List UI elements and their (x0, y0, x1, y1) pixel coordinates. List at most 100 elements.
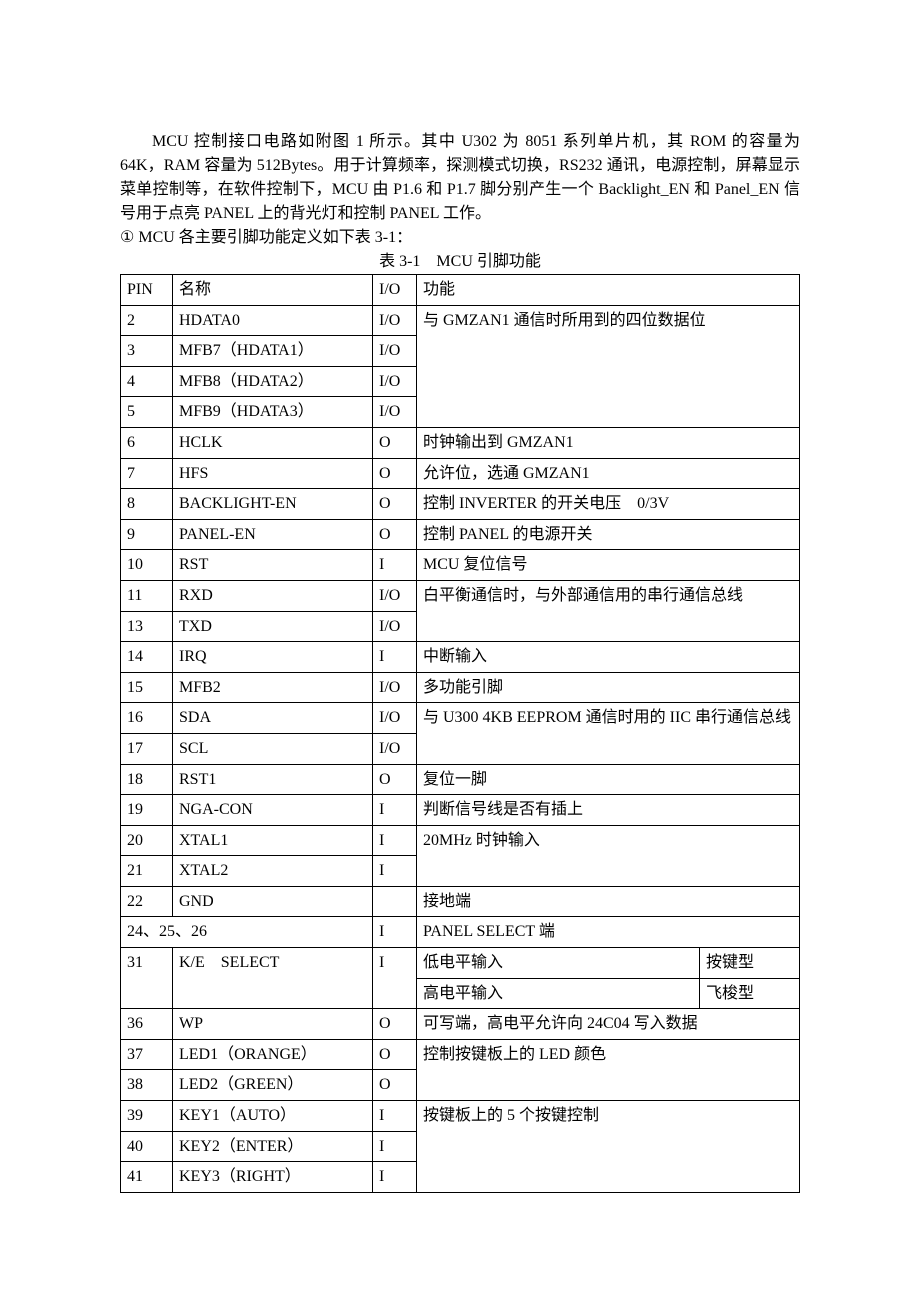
table-header-row: PIN 名称 I/O 功能 (121, 275, 800, 306)
cell-func: 中断输入 (417, 642, 800, 673)
intro-paragraph: MCU 控制接口电路如附图 1 所示。其中 U302 为 8051 系列单片机，… (120, 130, 800, 226)
cell-func: MCU 复位信号 (417, 550, 800, 581)
cell-pin: 7 (121, 458, 173, 489)
cell-name: MFB7（HDATA1） (173, 336, 373, 367)
cell-io: O (373, 1009, 417, 1040)
cell-pin: 21 (121, 856, 173, 887)
header-io: I/O (373, 275, 417, 306)
cell-io: I/O (373, 580, 417, 611)
cell-name: KEY1（AUTO） (173, 1101, 373, 1132)
cell-name: TXD (173, 611, 373, 642)
intro-item-1: ① MCU 各主要引脚功能定义如下表 3-1： (120, 226, 800, 250)
cell-name: BACKLIGHT-EN (173, 489, 373, 520)
cell-func: 与 U300 4KB EEPROM 通信时用的 IIC 串行通信总线 (417, 703, 800, 764)
cell-func: 按键板上的 5 个按键控制 (417, 1101, 800, 1193)
cell-func: 多功能引脚 (417, 672, 800, 703)
cell-io: I (373, 795, 417, 826)
table-row: 7 HFS O 允许位，选通 GMZAN1 (121, 458, 800, 489)
table-row: 36 WP O 可写端，高电平允许向 24C04 写入数据 (121, 1009, 800, 1040)
cell-name: MFB2 (173, 672, 373, 703)
table-row: 2 HDATA0 I/O 与 GMZAN1 通信时所用到的四位数据位 (121, 305, 800, 336)
cell-func: 复位一脚 (417, 764, 800, 795)
header-name: 名称 (173, 275, 373, 306)
cell-pin: 20 (121, 825, 173, 856)
cell-io: O (373, 489, 417, 520)
table-row: 9 PANEL-EN O 控制 PANEL 的电源开关 (121, 519, 800, 550)
cell-func: 高电平输入 (417, 978, 700, 1009)
cell-pin: 9 (121, 519, 173, 550)
cell-name: IRQ (173, 642, 373, 673)
cell-io: I/O (373, 611, 417, 642)
table-row: 14 IRQ I 中断输入 (121, 642, 800, 673)
cell-name: XTAL1 (173, 825, 373, 856)
table-row: 24、25、26 I PANEL SELECT 端 (121, 917, 800, 948)
cell-io: O (373, 427, 417, 458)
cell-name: RXD (173, 580, 373, 611)
table-row: 22 GND 接地端 (121, 886, 800, 917)
cell-name: LED2（GREEN） (173, 1070, 373, 1101)
cell-name: PANEL-EN (173, 519, 373, 550)
cell-func: 时钟输出到 GMZAN1 (417, 427, 800, 458)
table-row: 6 HCLK O 时钟输出到 GMZAN1 (121, 427, 800, 458)
cell-io: I/O (373, 397, 417, 428)
header-pin: PIN (121, 275, 173, 306)
cell-io: I (373, 1101, 417, 1132)
cell-io: I (373, 917, 417, 948)
cell-name: SCL (173, 733, 373, 764)
cell-name: KEY3（RIGHT） (173, 1162, 373, 1193)
cell-pin: 11 (121, 580, 173, 611)
cell-io: I (373, 550, 417, 581)
cell-func: 接地端 (417, 886, 800, 917)
cell-name: K/E SELECT (173, 948, 373, 1009)
cell-name: KEY2（ENTER） (173, 1131, 373, 1162)
cell-name: LED1（ORANGE） (173, 1039, 373, 1070)
cell-io: I/O (373, 672, 417, 703)
cell-io: O (373, 764, 417, 795)
cell-pin: 37 (121, 1039, 173, 1070)
cell-pin: 6 (121, 427, 173, 458)
cell-func: 控制 INVERTER 的开关电压 0/3V (417, 489, 800, 520)
cell-func: PANEL SELECT 端 (417, 917, 800, 948)
cell-name: HFS (173, 458, 373, 489)
cell-io: I (373, 1162, 417, 1193)
cell-name: WP (173, 1009, 373, 1040)
cell-name: SDA (173, 703, 373, 734)
cell-pin: 36 (121, 1009, 173, 1040)
cell-func: 低电平输入 (417, 948, 700, 979)
cell-pin: 8 (121, 489, 173, 520)
cell-func: 允许位，选通 GMZAN1 (417, 458, 800, 489)
cell-pin: 31 (121, 948, 173, 1009)
cell-func: 可写端，高电平允许向 24C04 写入数据 (417, 1009, 800, 1040)
table-row: 39 KEY1（AUTO） I 按键板上的 5 个按键控制 (121, 1101, 800, 1132)
cell-name: XTAL2 (173, 856, 373, 887)
cell-io: O (373, 1070, 417, 1101)
cell-pin: 13 (121, 611, 173, 642)
cell-pin: 14 (121, 642, 173, 673)
cell-io: I/O (373, 703, 417, 734)
cell-func: 白平衡通信时，与外部通信用的串行通信总线 (417, 580, 800, 641)
cell-pin: 39 (121, 1101, 173, 1132)
table-row: 20 XTAL1 I 20MHz 时钟输入 (121, 825, 800, 856)
cell-pin: 15 (121, 672, 173, 703)
cell-pin: 3 (121, 336, 173, 367)
table-row: 31 K/E SELECT I 低电平输入 按键型 (121, 948, 800, 979)
cell-extra: 按键型 (699, 948, 799, 979)
table-row: 10 RST I MCU 复位信号 (121, 550, 800, 581)
cell-pin: 24、25、26 (121, 917, 373, 948)
cell-pin: 16 (121, 703, 173, 734)
cell-io: I/O (373, 366, 417, 397)
cell-pin: 10 (121, 550, 173, 581)
cell-name: HCLK (173, 427, 373, 458)
table-row: 11 RXD I/O 白平衡通信时，与外部通信用的串行通信总线 (121, 580, 800, 611)
cell-io: I/O (373, 733, 417, 764)
cell-pin: 41 (121, 1162, 173, 1193)
cell-io: I (373, 642, 417, 673)
cell-name: GND (173, 886, 373, 917)
cell-pin: 5 (121, 397, 173, 428)
cell-io (373, 886, 417, 917)
cell-extra: 飞梭型 (699, 978, 799, 1009)
table-row: 18 RST1 O 复位一脚 (121, 764, 800, 795)
cell-io: I (373, 825, 417, 856)
cell-name: HDATA0 (173, 305, 373, 336)
cell-pin: 38 (121, 1070, 173, 1101)
